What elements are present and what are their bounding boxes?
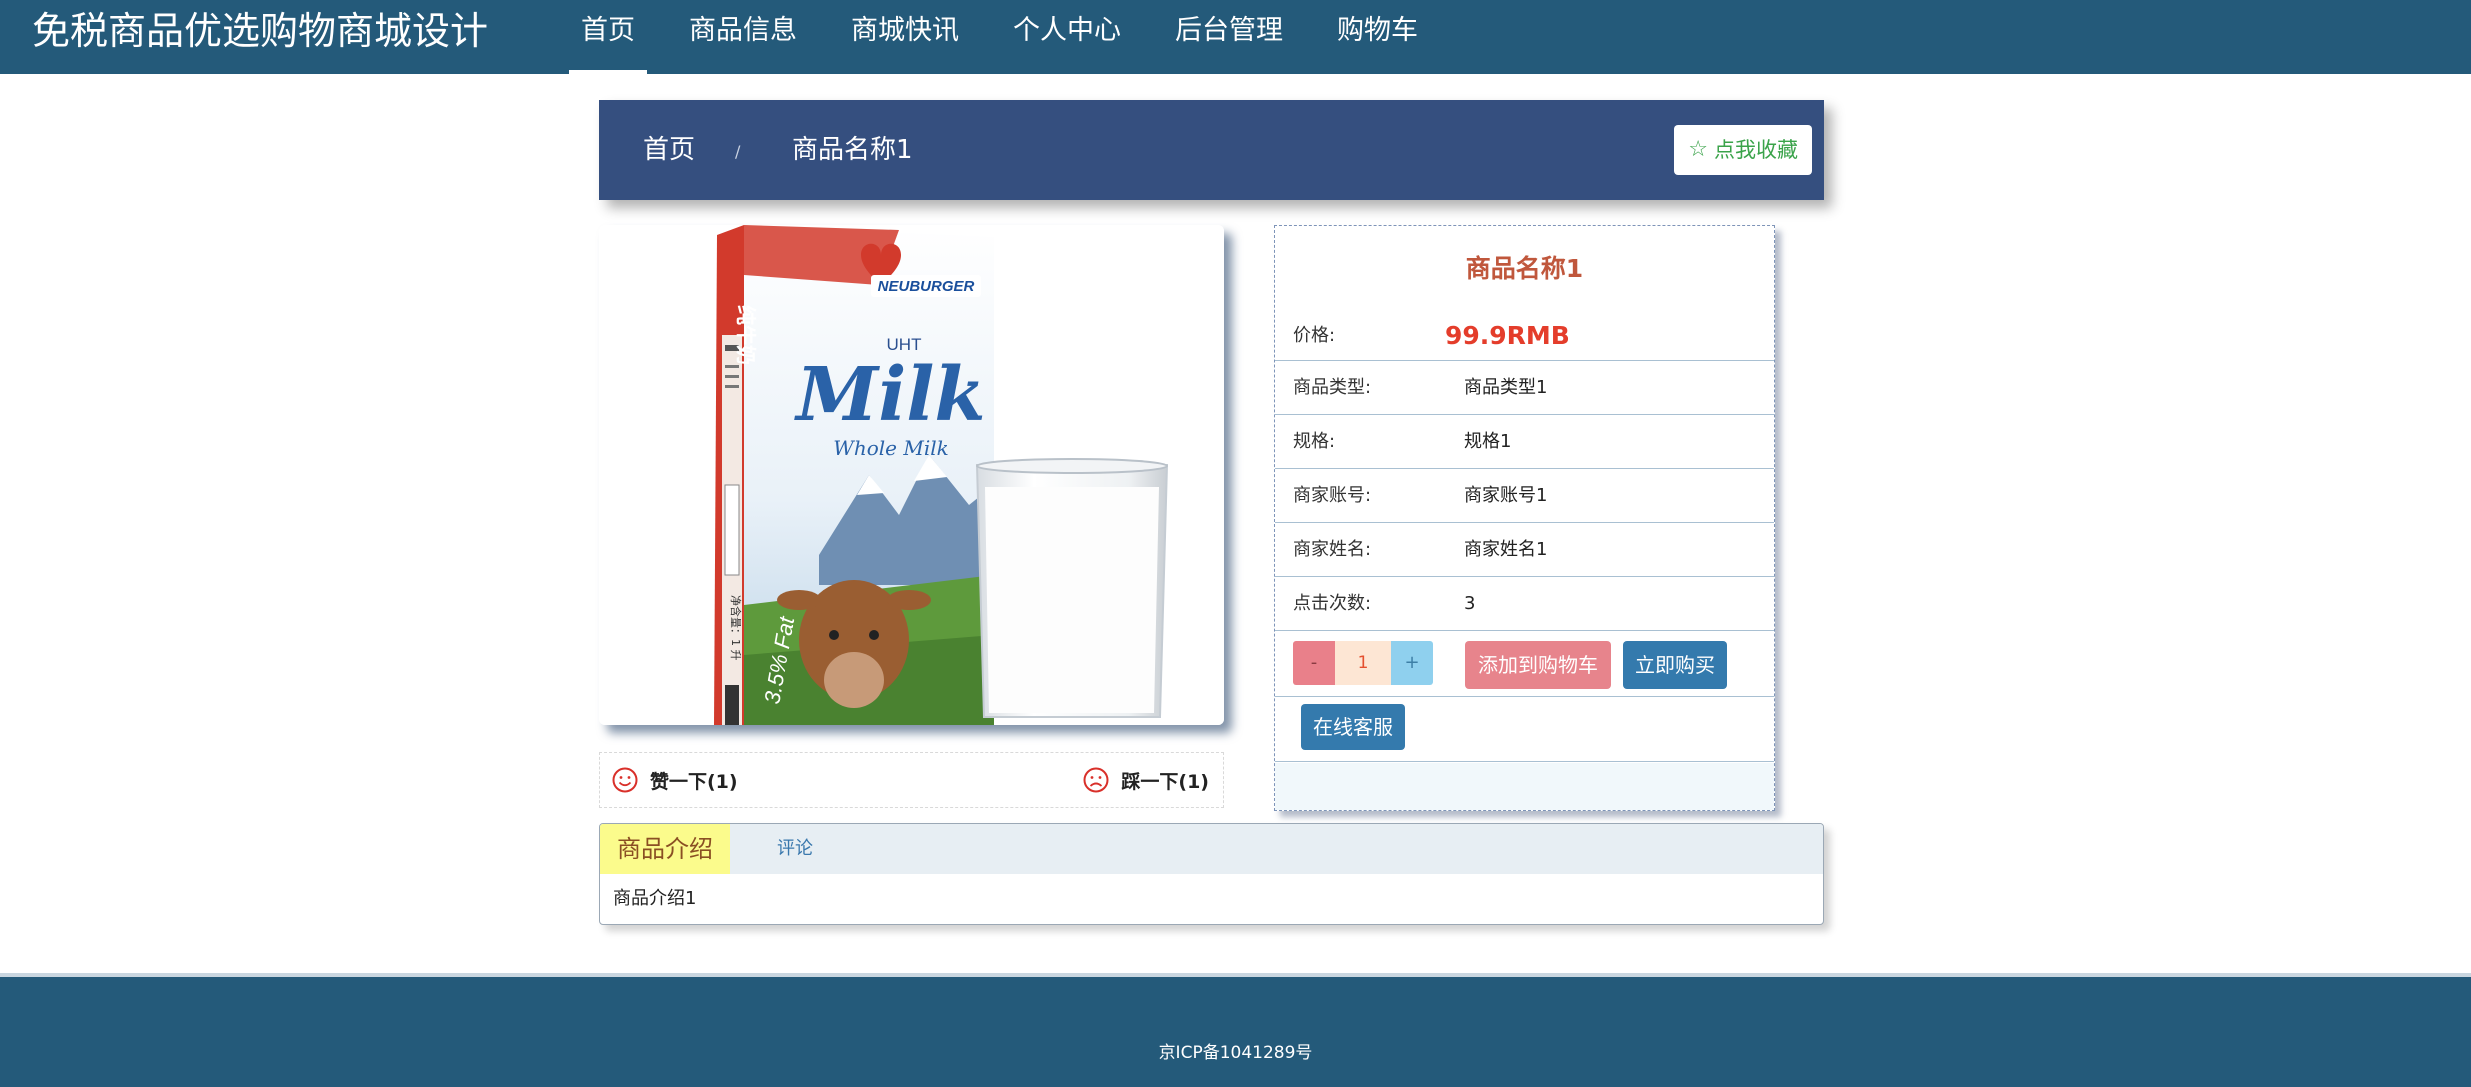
field-value: 商家账号1 (1464, 485, 1548, 506)
price-value: 99.9RMB (1445, 321, 1570, 350)
field-value: 商家姓名1 (1464, 539, 1548, 560)
product-intro-content: 商品介绍1 (613, 888, 697, 909)
smile-icon (612, 767, 638, 793)
breadcrumb-current: 商品名称1 (792, 135, 913, 165)
field-label: 规格: (1293, 431, 1336, 452)
like-button[interactable]: 赞一下(1) (612, 753, 738, 807)
milk-text: Milk (793, 352, 985, 438)
field-value: 3 (1464, 593, 1476, 614)
price-row: 价格: 99.9RMB (1275, 312, 1774, 361)
field-row-type: 商品类型: 商品类型1 (1275, 361, 1774, 415)
frown-icon (1083, 767, 1109, 793)
breadcrumb: 首页 / 商品名称1 ☆ 点我收藏 (599, 100, 1824, 200)
quantity-input[interactable]: 1 (1335, 641, 1391, 685)
nav-news[interactable]: 商城快讯 (839, 0, 971, 74)
net-content-text: 净含量：1 升 (729, 595, 743, 661)
nav-home[interactable]: 首页 (569, 0, 647, 74)
product-name: 商品名称1 (1465, 254, 1584, 283)
breadcrumb-home[interactable]: 首页 (643, 100, 695, 200)
field-row-merchant-name: 商家姓名: 商家姓名1 (1275, 523, 1774, 577)
like-label: 赞一下(1) (650, 770, 738, 793)
breadcrumb-separator: / (735, 142, 741, 161)
top-navbar: 免税商品优选购物商城设计 首页 商品信息 商城快讯 个人中心 后台管理 购物车 (0, 0, 2471, 74)
nav-user-center[interactable]: 个人中心 (1001, 0, 1133, 74)
dislike-button[interactable]: 踩一下(1) (1083, 753, 1209, 807)
product-image: NEUBURGER UHT Milk Whole Milk 3.5% Fat 纯… (599, 225, 1224, 725)
carton-side-text: 纯牛奶 (734, 305, 758, 365)
field-row-spec: 规格: 规格1 (1275, 415, 1774, 469)
product-info-panel: 商品名称1 价格: 99.9RMB 商品类型: 商品类型1 规格: 规格1 商家… (1274, 225, 1775, 811)
field-value: 商品类型1 (1464, 377, 1548, 398)
purchase-row: - 1 + 添加到购物车 立即购买 (1275, 631, 1774, 697)
star-outline-icon: ☆ (1688, 137, 1708, 162)
milk-carton-illustration: NEUBURGER UHT Milk Whole Milk 3.5% Fat 纯… (599, 225, 1224, 725)
detail-tabs: 商品介绍 评论 商品介绍1 (599, 823, 1824, 925)
tab-product-intro[interactable]: 商品介绍 (600, 824, 730, 874)
field-row-clicks: 点击次数: 3 (1275, 577, 1774, 631)
quantity-stepper: - 1 + (1293, 641, 1433, 685)
tab-header: 商品介绍 评论 (600, 824, 1823, 874)
info-panel-footer (1275, 763, 1774, 810)
nav-products[interactable]: 商品信息 (677, 0, 809, 74)
online-service-button[interactable]: 在线客服 (1301, 704, 1405, 750)
quantity-decrease-button[interactable]: - (1293, 641, 1335, 685)
price-label: 价格: (1293, 325, 1336, 346)
add-to-cart-button[interactable]: 添加到购物车 (1465, 641, 1611, 689)
buy-now-button[interactable]: 立即购买 (1623, 641, 1727, 689)
favorite-label: 点我收藏 (1714, 138, 1798, 162)
nav-cart[interactable]: 购物车 (1325, 0, 1430, 74)
nav-admin[interactable]: 后台管理 (1163, 0, 1295, 74)
field-row-merchant-account: 商家账号: 商家账号1 (1275, 469, 1774, 523)
field-label: 点击次数: (1293, 593, 1372, 614)
service-row: 在线客服 (1275, 697, 1774, 762)
tab-comments[interactable]: 评论 (777, 824, 813, 874)
dislike-label: 踩一下(1) (1121, 770, 1209, 793)
quantity-increase-button[interactable]: + (1391, 641, 1433, 685)
field-label: 商家账号: (1293, 485, 1372, 506)
field-value: 规格1 (1464, 431, 1512, 452)
main-nav: 首页 商品信息 商城快讯 个人中心 后台管理 购物车 (569, 0, 1460, 74)
vote-bar: 赞一下(1) 踩一下(1) (599, 752, 1224, 808)
page-footer: 京ICP备1041289号 (0, 973, 2471, 1087)
field-label: 商家姓名: (1293, 539, 1372, 560)
favorite-button[interactable]: ☆ 点我收藏 (1674, 125, 1812, 175)
brand-text: NEUBURGER (878, 278, 975, 295)
icp-license: 京ICP备1041289号 (1158, 1043, 1313, 1063)
field-label: 商品类型: (1293, 377, 1372, 398)
whole-milk-text: Whole Milk (833, 436, 948, 460)
site-title[interactable]: 免税商品优选购物商城设计 (32, 0, 488, 62)
